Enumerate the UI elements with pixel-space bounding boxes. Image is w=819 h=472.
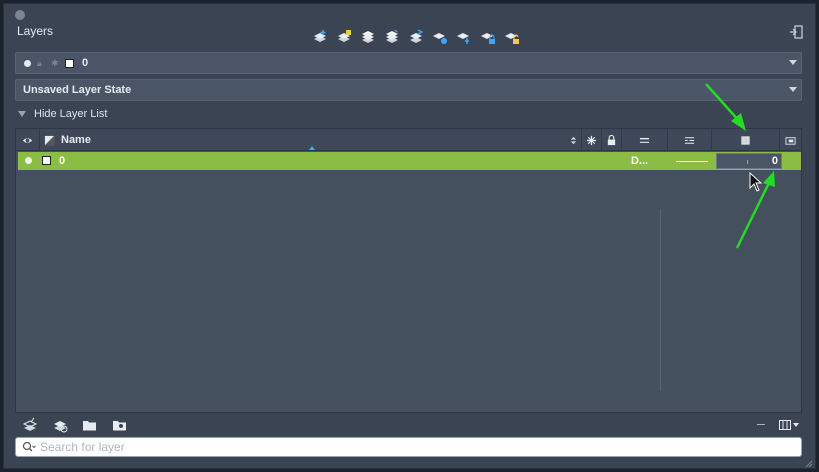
current-layer-icons: 🔒︎ ✱ <box>24 58 74 68</box>
current-layer-dropdown[interactable]: 🔒︎ ✱ 0 <box>15 52 802 74</box>
column-transparency[interactable] <box>712 129 780 151</box>
on-bulb-icon[interactable] <box>25 157 32 164</box>
slider-tick <box>747 160 748 164</box>
color-icon <box>44 135 55 145</box>
lock-icon <box>607 134 616 145</box>
chevron-down-icon <box>793 423 799 427</box>
chevron-down-icon[interactable] <box>789 60 797 65</box>
column-visibility[interactable] <box>16 129 40 151</box>
current-layer-name: 0 <box>82 57 89 69</box>
unlock-layer-icon[interactable] <box>503 28 521 46</box>
layer-grid: Name 0 D... 0 <box>15 128 802 413</box>
freeze-icon <box>586 135 597 145</box>
delete-layer-icon[interactable] <box>359 28 377 46</box>
set-current-icon[interactable] <box>383 28 401 46</box>
search-icon[interactable] <box>22 441 36 453</box>
column-lineweight[interactable] <box>622 129 668 151</box>
column-divider <box>660 209 661 391</box>
column-viewport[interactable] <box>780 129 801 151</box>
chevron-down-icon[interactable] <box>789 87 797 92</box>
merge-layers-icon[interactable] <box>407 28 425 46</box>
column-settings-button[interactable] <box>779 418 801 432</box>
transparency-icon <box>741 135 750 145</box>
layer-linetype[interactable]: D... <box>631 155 648 167</box>
sort-toggle[interactable] <box>564 129 582 151</box>
column-linetype[interactable] <box>668 129 712 151</box>
transparency-value: 0 <box>771 155 778 167</box>
sort-indicator-icon <box>309 146 315 150</box>
hide-layer-list-toggle[interactable]: Hide Layer List <box>18 108 107 120</box>
search-bar <box>15 437 802 457</box>
lineweight-icon <box>639 137 650 143</box>
layer-settings-icon[interactable] <box>431 28 449 46</box>
eye-icon <box>22 137 33 143</box>
color-swatch-icon <box>65 58 74 68</box>
open-folder-icon[interactable] <box>82 417 98 433</box>
folder-settings-icon[interactable] <box>112 417 128 433</box>
column-freeze[interactable] <box>582 129 602 151</box>
dock-panel-icon[interactable] <box>789 25 803 39</box>
viewport-icon <box>785 136 796 145</box>
lineweight-sample[interactable] <box>676 161 708 162</box>
bottom-toolbar <box>22 417 128 433</box>
layer-name[interactable]: 0 <box>59 155 65 167</box>
sort-icon <box>570 136 576 144</box>
resize-grip-icon[interactable] <box>805 460 813 468</box>
lock-icon: 🔒︎ <box>37 58 42 68</box>
on-bulb-icon <box>24 59 31 67</box>
layer-toolbar <box>311 28 521 46</box>
close-icon[interactable] <box>15 10 25 20</box>
column-lock[interactable] <box>602 129 622 151</box>
mouse-cursor-icon <box>749 172 763 192</box>
layer-state-label: Unsaved Layer State <box>23 84 132 96</box>
new-group-filter-icon[interactable] <box>52 417 68 433</box>
panel-title: Layers <box>17 24 54 38</box>
minus-icon[interactable] <box>757 424 765 425</box>
triangle-down-icon <box>18 111 26 117</box>
grid-header: Name <box>16 129 801 151</box>
columns-icon <box>779 420 791 430</box>
freeze-icon: ✱ <box>51 58 59 68</box>
hide-layer-list-label: Hide Layer List <box>34 108 108 120</box>
layer-state-dropdown[interactable]: Unsaved Layer State <box>15 79 802 101</box>
linetype-icon <box>684 136 695 144</box>
lock-layer-icon[interactable] <box>479 28 497 46</box>
transparency-field[interactable]: 0 <box>716 153 782 169</box>
new-layer-icon[interactable] <box>311 28 329 46</box>
color-swatch-icon[interactable] <box>42 156 51 165</box>
new-layer-icon[interactable] <box>22 417 38 433</box>
new-vp-freeze-layer-icon[interactable] <box>335 28 353 46</box>
layer-walk-icon[interactable] <box>455 28 473 46</box>
column-name-label: Name <box>61 134 91 146</box>
table-row[interactable]: 0 D... 0 <box>18 152 801 170</box>
search-input[interactable] <box>40 440 780 454</box>
